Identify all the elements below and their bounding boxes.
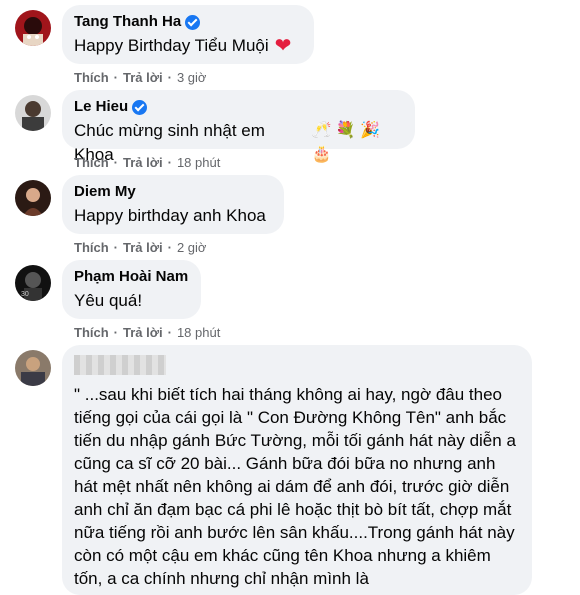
reply-button[interactable]: Trả lời <box>123 155 163 170</box>
like-button[interactable]: Thích <box>74 155 109 170</box>
author-name[interactable]: Tang Thanh Ha <box>74 12 181 32</box>
verified-badge-icon <box>185 14 201 30</box>
separator: · <box>113 155 119 170</box>
like-button[interactable]: Thích <box>74 70 109 85</box>
like-button[interactable]: Thích <box>74 325 109 340</box>
svg-text:30: 30 <box>21 291 29 298</box>
like-button[interactable]: Thích <box>74 240 109 255</box>
separator: · <box>113 240 119 255</box>
reply-button[interactable]: Trả lời <box>123 325 163 340</box>
author-name[interactable]: Diem My <box>74 182 136 202</box>
comment-text: Happy birthday anh Khoa <box>74 206 266 225</box>
comment-actions: Thích · Trả lời · 2 giờ <box>74 240 206 255</box>
comment-bubble: Tang Thanh Ha Happy Birthday Tiểu Muội ❤ <box>62 5 314 64</box>
author-name[interactable]: Le Hieu <box>74 97 128 117</box>
separator: · <box>167 325 172 340</box>
avatar[interactable] <box>15 180 51 216</box>
celebration-emoji-icons: 🥂 💐 🎉 🎂 <box>311 122 381 163</box>
comment-bubble: Le Hieu Chúc mừng sinh nhật em Khoa 🥂 💐 … <box>62 90 415 164</box>
comment-text: " ...sau khi biết tích hai tháng không a… <box>74 385 516 588</box>
avatar[interactable] <box>15 350 51 386</box>
separator: · <box>167 70 172 85</box>
avatar[interactable] <box>15 95 51 131</box>
heart-emoji-icon: ❤ <box>274 35 292 57</box>
author-name[interactable]: Phạm Hoài Nam <box>74 267 188 287</box>
comment-bubble: Phạm Hoài Nam Yêu quá! <box>62 260 201 319</box>
comment-bubble: " ...sau khi biết tích hai tháng không a… <box>62 345 532 595</box>
avatar[interactable] <box>15 10 51 46</box>
comment-actions: Thích · Trả lời · 3 giờ <box>74 70 206 85</box>
avatar[interactable]: 30 <box>15 265 51 301</box>
comment-bubble: Diem My Happy birthday anh Khoa <box>62 175 284 234</box>
separator: · <box>167 155 172 170</box>
comment-text: Happy Birthday Tiểu Muội <box>74 36 269 55</box>
reply-button[interactable]: Trả lời <box>123 240 163 255</box>
timestamp[interactable]: 3 giờ <box>177 70 207 85</box>
separator: · <box>113 70 119 85</box>
separator: · <box>113 325 119 340</box>
verified-badge-icon <box>132 99 148 115</box>
timestamp[interactable]: 2 giờ <box>177 240 207 255</box>
comment-actions: Thích · Trả lời · 18 phút <box>74 325 220 340</box>
reply-button[interactable]: Trả lời <box>123 70 163 85</box>
separator: · <box>167 240 172 255</box>
comment-text: Yêu quá! <box>74 291 143 310</box>
comment-actions: Thích · Trả lời · 18 phút <box>74 155 220 170</box>
redacted-author-name <box>74 355 166 375</box>
timestamp[interactable]: 18 phút <box>177 325 220 340</box>
timestamp[interactable]: 18 phút <box>177 155 220 170</box>
